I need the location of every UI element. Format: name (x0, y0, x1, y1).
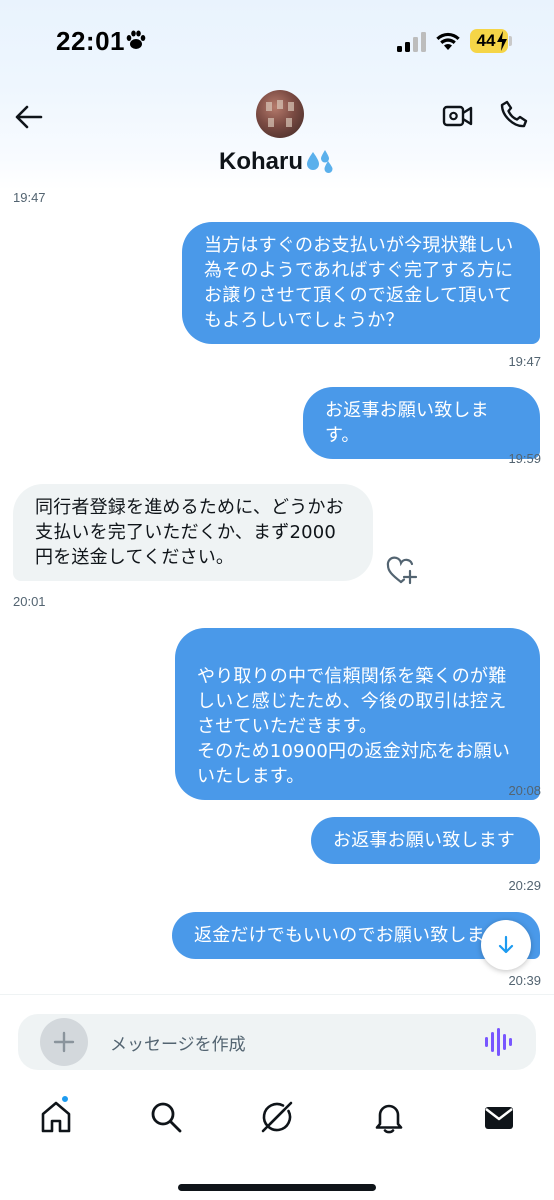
charging-bolt-icon (497, 31, 507, 51)
contact-name-text: Koharu (219, 148, 303, 175)
message-input[interactable]: メッセージを作成 (110, 1030, 246, 1055)
add-attachment-button[interactable] (40, 1018, 88, 1066)
sweat-droplets-icon (307, 150, 333, 173)
contact-avatar[interactable] (256, 90, 304, 138)
back-arrow-icon[interactable] (14, 102, 44, 132)
status-time: 22:01 (56, 26, 125, 56)
message-timestamp: 19:47 (508, 354, 541, 369)
arrow-down-icon (498, 935, 514, 954)
heart-react-icon[interactable] (386, 556, 418, 586)
message-text: お返事お願い致します。 (325, 400, 489, 446)
outgoing-message[interactable]: お返事お願い致します。 (303, 387, 540, 459)
phone-call-icon[interactable] (498, 98, 530, 130)
message-text: お返事お願い致します (333, 830, 515, 851)
message-timestamp: 20:01 (13, 594, 46, 609)
bell-icon[interactable] (372, 1100, 406, 1134)
message-timestamp: 19:47 (13, 190, 46, 205)
message-timestamp: 20:39 (508, 973, 541, 988)
message-text: 当方はすぐのお支払いが今現状難しい為そのようであればすぐ完了する方にお譲りさせて… (204, 235, 514, 331)
battery-level: 44 (476, 31, 496, 50)
outgoing-message[interactable]: お返事お願い致します (311, 817, 540, 864)
incoming-message[interactable]: 同行者登録を進めるために、どうかお支払いを完了いただくか、まず2000円を送金し… (13, 484, 373, 581)
wifi-icon (436, 32, 460, 50)
message-timestamp: 19:59 (508, 451, 541, 466)
search-icon[interactable] (149, 1100, 183, 1134)
outgoing-message[interactable]: 当方はすぐのお支払いが今現状難しい為そのようであればすぐ完了する方にお譲りさせて… (182, 222, 540, 344)
cellular-signal-icon (397, 32, 426, 52)
envelope-icon[interactable] (482, 1100, 516, 1134)
voice-message-icon[interactable] (484, 1026, 512, 1058)
home-icon[interactable] (39, 1100, 73, 1134)
status-bar: 22:01 44 (0, 0, 554, 84)
home-notification-dot (60, 1094, 70, 1104)
home-indicator[interactable] (178, 1184, 376, 1191)
bottom-tab-bar (0, 1086, 554, 1156)
message-list[interactable]: 19:47 当方はすぐのお支払いが今現状難しい為そのようであればすぐ完了する方に… (0, 190, 554, 994)
video-call-icon[interactable] (442, 100, 474, 132)
plus-icon (53, 1031, 75, 1053)
message-timestamp: 20:08 (508, 783, 541, 798)
message-text: 同行者登録を進めるために、どうかお支払いを完了いただくか、まず2000円を送金し… (35, 497, 344, 568)
dm-conversation-screen: 22:01 44 Koharu 19:47 当方はすぐのお支払いが今現状難しい為… (0, 0, 554, 1200)
conversation-header: Koharu (0, 84, 554, 190)
message-composer[interactable]: メッセージを作成 (18, 1014, 536, 1070)
paw-icon (126, 30, 146, 49)
contact-name[interactable]: Koharu (0, 148, 554, 176)
grok-icon[interactable] (260, 1100, 294, 1134)
outgoing-message[interactable]: やり取りの中で信頼関係を築くのが難しいと感じたため、今後の取引は控えさせていただ… (175, 628, 540, 800)
message-text: 返金だけでもいいのでお願い致します (194, 925, 504, 946)
scroll-to-bottom-button[interactable] (481, 920, 531, 970)
battery-tip (509, 36, 512, 46)
message-text: やり取りの中で信頼関係を築くのが難しいと感じたため、今後の取引は控えさせていただ… (197, 666, 511, 787)
message-timestamp: 20:29 (508, 878, 541, 893)
composer-divider (0, 994, 554, 995)
